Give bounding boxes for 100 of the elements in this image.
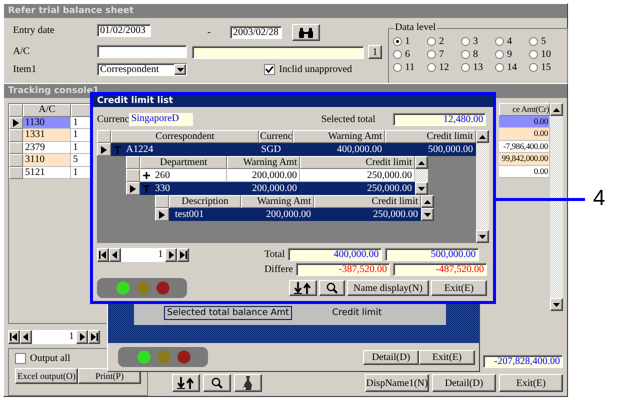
difference-field: -387,520.00 — [296, 262, 390, 276]
scrollbar[interactable] — [415, 156, 428, 195]
scrollbar[interactable] — [476, 130, 489, 243]
action-button[interactable]: Excel output(O) — [15, 368, 78, 384]
field-label: Entry date — [13, 24, 56, 38]
window-title: Credit limit list — [93, 95, 493, 107]
input-field[interactable] — [97, 45, 187, 58]
tree-node-icon[interactable] — [113, 144, 122, 154]
radio-label: 12 — [439, 62, 449, 73]
currency-field[interactable]: SingaporeD — [129, 112, 194, 126]
previous-page-button[interactable] — [109, 248, 121, 262]
radio-button[interactable] — [427, 50, 436, 59]
radio-button[interactable] — [461, 63, 470, 72]
action-button[interactable]: Exit(E) — [499, 374, 563, 392]
column-header: Credit limit — [300, 156, 415, 169]
radio-button[interactable] — [427, 63, 436, 72]
scroll-down-button[interactable] — [550, 298, 563, 311]
page-field[interactable]: 1 — [121, 248, 165, 262]
row-header[interactable] — [126, 182, 140, 195]
date-separator: - — [206, 26, 212, 39]
row-pointer-icon — [130, 184, 136, 192]
dropdown[interactable]: Correspondent — [97, 63, 187, 76]
radio-label: 9 — [507, 49, 512, 60]
radio-label: 8 — [473, 49, 478, 60]
radio-button[interactable] — [495, 63, 504, 72]
field-label: Item1 — [13, 63, 38, 76]
scroll-up-button[interactable] — [476, 130, 489, 143]
table-cell: 5 — [73, 154, 78, 165]
scroll-up-button[interactable] — [421, 195, 434, 208]
row-header[interactable] — [97, 143, 111, 156]
sack-icon — [243, 376, 253, 390]
row-pointer-icon — [159, 210, 165, 218]
row-header[interactable] — [9, 116, 23, 129]
range-button[interactable]: 1 — [368, 45, 382, 59]
table-cell: 1 — [73, 116, 78, 128]
group-title: Data level — [394, 22, 437, 33]
row-pointer-icon — [101, 146, 107, 154]
date-field[interactable]: 2003/02/28 — [230, 26, 282, 39]
difference-field: -487,520.00 — [393, 262, 487, 276]
down-arrow-icon — [418, 186, 425, 190]
search-button[interactable] — [203, 374, 231, 392]
scrollbar[interactable] — [550, 103, 563, 311]
action-button[interactable]: Exit(E) — [419, 350, 475, 364]
scroll-down-button[interactable] — [476, 230, 489, 243]
radio-button[interactable] — [393, 37, 402, 46]
checkbox-label: Inclid unapproved — [279, 64, 352, 75]
radio-button[interactable] — [529, 50, 538, 59]
table-cell: 330 — [155, 182, 170, 194]
window-title: Refer trial balance sheet — [4, 4, 567, 18]
sort-button[interactable] — [172, 374, 200, 392]
last-page-button[interactable] — [88, 330, 100, 344]
tree-node-icon[interactable] — [142, 170, 151, 180]
search-button[interactable] — [319, 280, 345, 296]
checkbox[interactable] — [264, 64, 275, 75]
checkbox[interactable] — [15, 353, 26, 364]
previous-page-button[interactable] — [20, 330, 32, 344]
radio-button[interactable] — [461, 37, 470, 46]
radio-button[interactable] — [461, 50, 470, 59]
action-button[interactable]: Exit(E) — [431, 280, 487, 296]
sort-button[interactable] — [289, 280, 317, 296]
radio-button[interactable] — [529, 63, 538, 72]
scroll-up-button[interactable] — [550, 103, 563, 116]
up-arrow-icon — [418, 160, 425, 164]
input-field[interactable] — [192, 46, 364, 58]
table-cell: 0.00 — [534, 166, 548, 176]
first-page-button[interactable] — [8, 330, 20, 344]
radio-button[interactable] — [495, 50, 504, 59]
action-button[interactable]: Detail(D) — [432, 374, 496, 392]
last-page-button[interactable] — [177, 248, 189, 262]
scroll-down-button[interactable] — [415, 182, 428, 195]
tree-node-icon[interactable] — [142, 184, 151, 192]
date-field[interactable]: 01/02/2003 — [97, 24, 151, 37]
table-cell: 0.00 — [534, 116, 548, 126]
radio-button[interactable] — [427, 37, 436, 46]
page-field[interactable]: 1 — [32, 330, 76, 344]
scroll-down-button[interactable] — [421, 208, 434, 221]
radio-label: 11 — [405, 62, 415, 73]
action-button[interactable]: Detail(D) — [363, 350, 419, 364]
radio-label: 1 — [405, 36, 410, 47]
first-page-button[interactable] — [97, 248, 109, 262]
up-arrow-icon — [553, 108, 560, 112]
next-page-button[interactable] — [76, 330, 88, 344]
find-button[interactable] — [292, 24, 320, 41]
table-cell: 250,000.00 — [373, 208, 418, 220]
callout-number: 4 — [593, 185, 606, 211]
action-button[interactable]: Name display(N) — [347, 280, 429, 296]
corner-header — [126, 156, 140, 169]
radio-button[interactable] — [529, 37, 538, 46]
action-button[interactable]: DispName1(N) — [365, 374, 429, 392]
clear-button[interactable] — [234, 374, 262, 392]
radio-label: 3 — [473, 36, 478, 47]
previous-icon — [112, 251, 118, 259]
next-page-button[interactable] — [165, 248, 177, 262]
radio-button[interactable] — [393, 50, 402, 59]
radio-button[interactable] — [495, 37, 504, 46]
next-icon — [79, 333, 85, 341]
row-header[interactable] — [155, 208, 169, 221]
radio-button[interactable] — [393, 63, 402, 72]
scroll-up-button[interactable] — [415, 156, 428, 169]
scrollbar[interactable] — [421, 195, 434, 221]
